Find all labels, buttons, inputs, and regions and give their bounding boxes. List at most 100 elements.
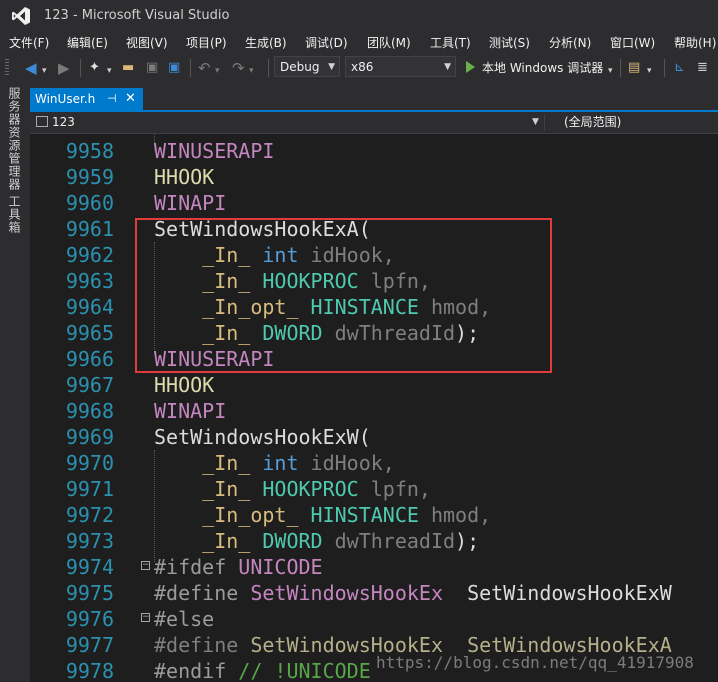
line-number: 9968 xyxy=(65,399,114,423)
menu-window[interactable]: 窗口(W) xyxy=(610,34,655,51)
menu-bar: 文件(F) 编辑(E) 视图(V) 项目(P) 生成(B) 调试(D) 团队(M… xyxy=(0,32,718,53)
code-text: WINAPI xyxy=(154,398,226,424)
line-number: 9967 xyxy=(65,373,114,397)
code-line: 9971 _In_ HOOKPROC lpfn, xyxy=(30,476,718,502)
title-bar: 123 - Microsoft Visual Studio xyxy=(0,0,718,32)
menu-project[interactable]: 项目(P) xyxy=(186,34,227,51)
chevron-down-icon: ▼ xyxy=(444,62,451,72)
configuration-value: Debug xyxy=(280,60,320,74)
line-number: 9958 xyxy=(65,139,114,163)
new-dropdown-icon[interactable]: ▾ xyxy=(107,62,112,80)
menu-file[interactable]: 文件(F) xyxy=(9,34,49,51)
line-number: 9971 xyxy=(65,477,114,501)
toolbar-separator xyxy=(620,59,621,77)
toolbar-grip[interactable] xyxy=(5,59,9,77)
code-token: WINUSERAPI xyxy=(154,139,275,163)
menu-help[interactable]: 帮助(H) xyxy=(674,34,716,51)
code-token: _In_ xyxy=(154,477,263,501)
platform-select[interactable]: x86 ▼ xyxy=(345,56,456,77)
navigation-bar: 123 ▼ (全局范围) xyxy=(30,112,718,134)
document-tab-well: WinUser.h ⊣ ✕ xyxy=(30,88,718,112)
code-text: #ifdef UNICODE xyxy=(154,554,323,580)
start-debug-button[interactable]: 本地 Windows 调试器 xyxy=(482,59,603,76)
code-token: int xyxy=(262,451,299,475)
code-token: dwThreadId xyxy=(322,529,456,553)
line-number: 9970 xyxy=(65,451,114,475)
configuration-select[interactable]: Debug ▼ xyxy=(274,56,340,77)
code-token: DWORD xyxy=(262,529,323,553)
redo-icon[interactable]: ↷ xyxy=(232,59,245,77)
menu-build[interactable]: 生成(B) xyxy=(245,34,287,51)
line-number: 9973 xyxy=(65,529,114,553)
code-editor[interactable]: 9958 WINUSERAPI 9959 HHOOK 9960 WINAPI 9961 Set… xyxy=(30,134,718,682)
attach-icon[interactable]: ⊾ xyxy=(674,59,685,77)
find-icon[interactable]: ▤ xyxy=(628,59,640,77)
chevron-down-icon: ▼ xyxy=(328,62,335,72)
run-dropdown-icon[interactable]: ▾ xyxy=(608,62,613,80)
code-line: 9968 WINAPI xyxy=(30,398,718,424)
code-text: #endif // !UNICODE xyxy=(154,658,371,682)
find-dropdown-icon[interactable]: ▾ xyxy=(647,62,652,80)
navbar-divider xyxy=(544,114,545,131)
line-number: 9969 xyxy=(65,425,114,449)
code-text: WINUSERAPI xyxy=(154,138,274,164)
code-token: idHook, xyxy=(298,451,395,475)
tab-label: WinUser.h xyxy=(35,92,96,106)
code-line: 9967 HHOOK xyxy=(30,372,718,398)
highlight-annotation-box xyxy=(135,218,552,373)
tab-winuser-h[interactable]: WinUser.h ⊣ ✕ xyxy=(30,88,143,110)
line-number: 9974 xyxy=(65,555,114,579)
code-text: HHOOK xyxy=(154,372,214,398)
project-icon xyxy=(36,116,48,127)
code-token: hmod, xyxy=(418,503,492,527)
line-number: 9960 xyxy=(65,191,114,215)
menu-team[interactable]: 团队(M) xyxy=(367,34,411,51)
new-project-icon[interactable]: ✦ xyxy=(89,59,100,77)
code-text: #define SetWindowsHookEx SetWindowsHookE… xyxy=(154,580,672,606)
collapse-icon[interactable]: − xyxy=(141,561,150,570)
code-line: 9970 _In_ int idHook, xyxy=(30,450,718,476)
toolbar: ◀ ▾ ▶ ✦ ▾ ▬ ▣ ▣ ↶ ▾ ↷ ▾ Debug ▼ x86 ▼ 本地… xyxy=(0,53,718,83)
redo-dropdown-icon[interactable]: ▾ xyxy=(249,62,254,80)
code-text: SetWindowsHookExW( xyxy=(154,424,371,450)
close-icon[interactable]: ✕ xyxy=(125,88,136,110)
line-number: 9962 xyxy=(65,243,114,267)
code-token: SetWindowsHookEx xyxy=(238,581,443,605)
code-token: HOOKPROC xyxy=(262,477,359,501)
side-tool-strip: 服务器资源管理器 工具箱 xyxy=(0,83,30,682)
scope-select[interactable]: (全局范围) xyxy=(564,113,621,131)
menu-view[interactable]: 视图(V) xyxy=(126,34,168,51)
menu-test[interactable]: 测试(S) xyxy=(489,34,530,51)
save-icon[interactable]: ▣ xyxy=(146,59,158,77)
undo-icon[interactable]: ↶ xyxy=(198,59,211,77)
code-text: #else xyxy=(154,606,214,632)
pin-icon[interactable]: ⊣ xyxy=(107,88,117,110)
menu-debug[interactable]: 调试(D) xyxy=(305,34,348,51)
undo-dropdown-icon[interactable]: ▾ xyxy=(215,62,220,80)
code-token: #define xyxy=(154,581,239,605)
start-debug-icon[interactable] xyxy=(466,61,475,73)
platform-value: x86 xyxy=(351,60,374,74)
line-number: 9972 xyxy=(65,503,114,527)
code-token: #ifdef xyxy=(154,555,227,579)
scope-value: (全局范围) xyxy=(564,115,622,129)
save-all-icon[interactable]: ▣ xyxy=(168,59,180,77)
menu-analyze[interactable]: 分析(N) xyxy=(549,34,591,51)
collapse-icon[interactable]: − xyxy=(141,613,150,622)
menu-edit[interactable]: 编辑(E) xyxy=(67,34,108,51)
line-number: 9963 xyxy=(65,269,114,293)
visual-studio-logo-icon xyxy=(12,7,30,25)
back-icon[interactable]: ◀ xyxy=(25,59,37,77)
line-number: 9959 xyxy=(65,165,114,189)
open-file-icon[interactable]: ▬ xyxy=(122,59,134,77)
code-token: #else xyxy=(154,607,215,631)
forward-icon[interactable]: ▶ xyxy=(58,59,70,77)
server-explorer-tab[interactable]: 服务器资源管理器 xyxy=(6,87,23,191)
toolbox-tab[interactable]: 工具箱 xyxy=(6,195,23,234)
project-select[interactable]: 123 xyxy=(36,113,75,131)
layout-icon[interactable]: ≣ xyxy=(697,59,708,77)
line-number: 9965 xyxy=(65,321,114,345)
back-dropdown-icon[interactable]: ▾ xyxy=(42,62,47,80)
menu-tools[interactable]: 工具(T) xyxy=(430,34,471,51)
chevron-down-icon[interactable]: ▼ xyxy=(532,113,539,131)
